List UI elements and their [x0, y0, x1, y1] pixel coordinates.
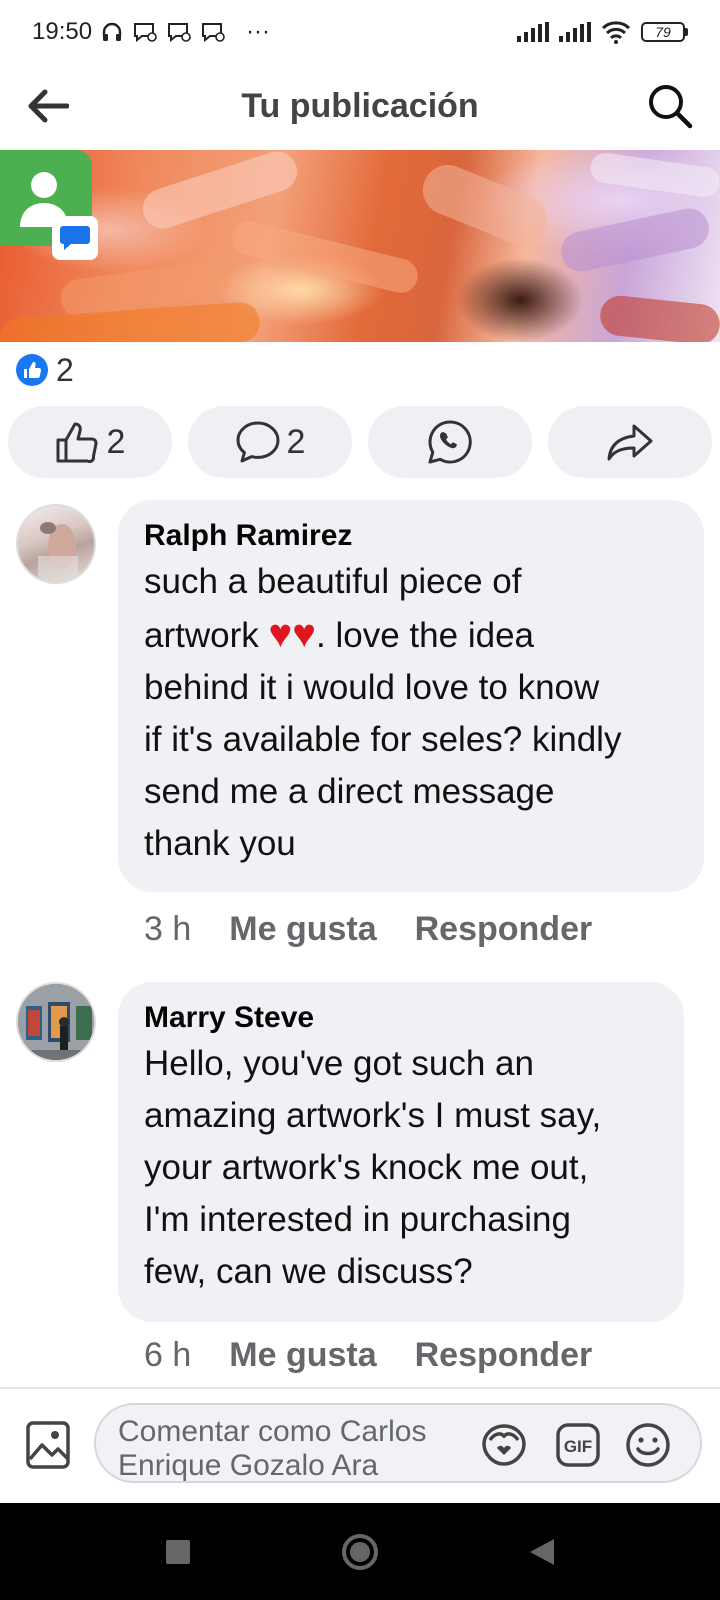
comment-input[interactable]: Comentar como Carlos Enrique Gozalo Ara …	[94, 1403, 702, 1483]
top-bar: Tu publicación	[0, 64, 720, 148]
comment-count: 2	[286, 422, 306, 461]
comment-time: 6 h	[144, 1336, 192, 1374]
back-nav-button[interactable]	[516, 1526, 568, 1578]
post-actions: 2 2	[8, 406, 712, 478]
reaction-summary[interactable]: 2	[16, 348, 74, 392]
messenger-notification-icon	[200, 20, 226, 44]
home-button[interactable]	[334, 1526, 386, 1578]
gif-icon: GIF	[556, 1423, 600, 1467]
messenger-notification-icon	[166, 20, 192, 44]
share-button[interactable]	[548, 406, 712, 478]
post-image[interactable]	[0, 150, 720, 342]
arrow-left-icon	[28, 89, 69, 123]
gif-button[interactable]: GIF	[552, 1419, 604, 1471]
page-title: Tu publicación	[241, 87, 479, 125]
avatar[interactable]	[16, 982, 96, 1062]
chat-bubble-icon	[52, 216, 98, 260]
search-icon	[649, 85, 693, 129]
back-button[interactable]	[24, 82, 72, 130]
svg-text:GIF: GIF	[564, 1437, 592, 1456]
comment-like-button[interactable]: Me gusta	[229, 1336, 376, 1375]
circle-icon	[342, 1533, 378, 1570]
comment-author[interactable]: Ralph Ramirez	[144, 516, 678, 556]
avatar-sticker-button[interactable]	[478, 1419, 530, 1471]
comment-text: Hello, you've got such an amazing artwor…	[144, 1044, 602, 1291]
signal-icon	[517, 22, 549, 42]
system-nav-bar	[0, 1503, 720, 1600]
comment-time: 3 h	[144, 910, 192, 948]
share-icon	[607, 424, 653, 461]
thumbs-up-icon	[56, 422, 98, 464]
avatar-sticker-icon	[482, 1424, 526, 1466]
comment-icon	[236, 421, 280, 463]
comment-composer: Comentar como Carlos Enrique Gozalo Ara …	[0, 1389, 720, 1503]
battery-icon: 79	[641, 22, 688, 42]
comment-reply-button[interactable]: Responder	[415, 1336, 593, 1375]
wifi-icon	[601, 20, 631, 44]
triangle-back-icon	[530, 1538, 554, 1565]
recents-button[interactable]	[152, 1526, 204, 1578]
avatar[interactable]	[16, 504, 96, 584]
comment-like-button[interactable]: Me gusta	[229, 910, 376, 949]
add-photo-button[interactable]	[24, 1419, 72, 1471]
comment-text: such a beautiful piece of artwork ♥♥. lo…	[144, 562, 622, 863]
comment-text-with-hearts: artwork ♥♥. love the idea	[144, 612, 535, 656]
comment-reply-button[interactable]: Responder	[415, 910, 593, 949]
comment-meta: 3 h Me gusta Responder	[144, 910, 592, 949]
search-button[interactable]	[644, 80, 696, 132]
more-notifications: ···	[246, 18, 271, 45]
emoji-button[interactable]	[622, 1419, 674, 1471]
like-reaction-icon	[16, 354, 48, 386]
status-bar: 19:50 ··· 79	[0, 0, 720, 64]
reaction-count: 2	[56, 351, 74, 388]
headphones-icon	[100, 20, 124, 44]
like-count: 2	[106, 422, 126, 461]
emoji-icon	[626, 1423, 670, 1467]
status-time: 19:50	[32, 18, 93, 45]
like-button[interactable]: 2	[8, 406, 172, 478]
comment-bubble[interactable]: Ralph Ramirez such a beautiful piece of …	[118, 500, 704, 892]
whatsapp-icon	[428, 420, 472, 464]
battery-level: 79	[641, 22, 685, 42]
comment-meta: 6 h Me gusta Responder	[144, 1336, 592, 1375]
comment-bubble[interactable]: Marry Steve Hello, you've got such an am…	[118, 982, 684, 1322]
comment-author[interactable]: Marry Steve	[144, 998, 658, 1038]
whatsapp-share-button[interactable]	[368, 406, 532, 478]
messenger-notification-icon	[132, 20, 158, 44]
image-icon	[26, 1421, 70, 1469]
comment-placeholder: Comentar como Carlos Enrique Gozalo Ara	[118, 1415, 427, 1482]
signal-icon	[559, 22, 591, 42]
comment-button[interactable]: 2	[188, 406, 352, 478]
contacts-app-badge[interactable]	[0, 150, 98, 260]
square-icon	[166, 1539, 190, 1564]
